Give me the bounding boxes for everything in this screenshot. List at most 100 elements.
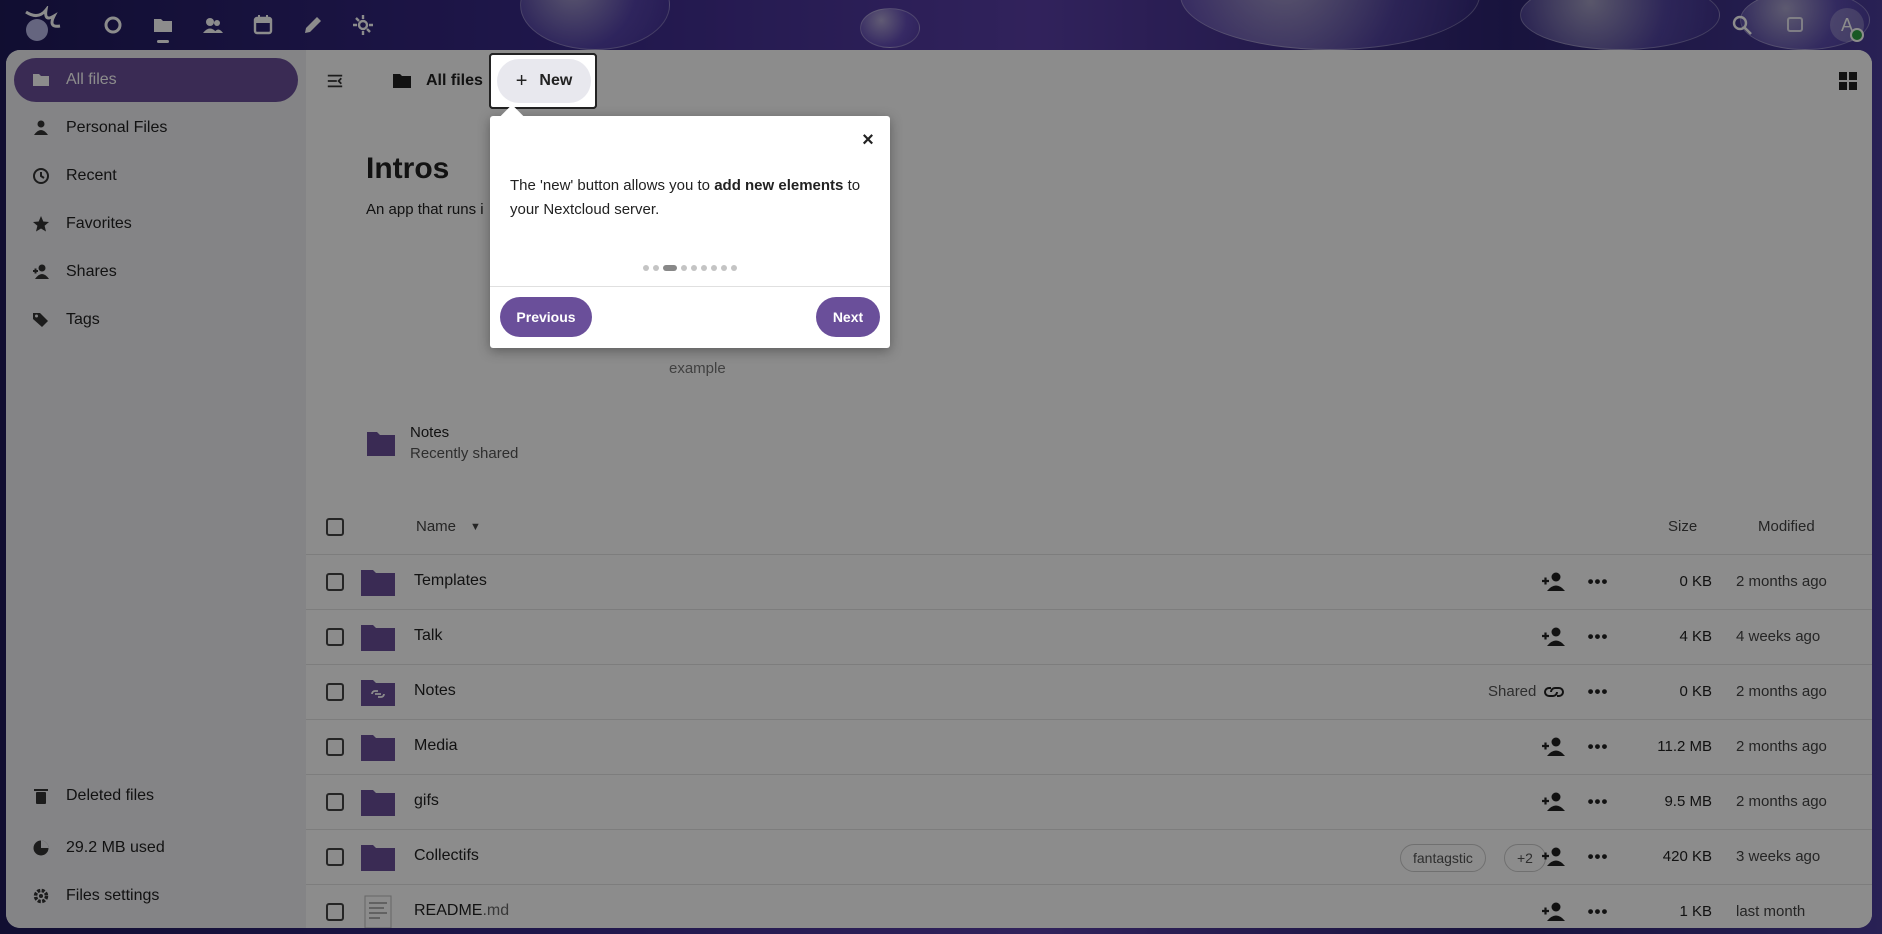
progress-dot[interactable] <box>711 265 717 271</box>
share-person-icon[interactable] <box>1541 789 1567 815</box>
sidebar-item-shares[interactable]: Shares <box>14 250 298 294</box>
contacts-icon[interactable] <box>198 10 228 40</box>
sidebar-item-label: Favorites <box>66 215 132 232</box>
progress-dot[interactable] <box>701 265 707 271</box>
nextcloud-logo[interactable] <box>20 4 64 44</box>
row-checkbox[interactable] <box>326 793 344 811</box>
sidebar-item-deleted-files[interactable]: Deleted files <box>14 774 298 818</box>
progress-dot[interactable] <box>643 265 649 271</box>
search-icon[interactable] <box>1727 10 1757 40</box>
plus-icon: + <box>515 69 528 92</box>
activity-icon[interactable] <box>348 10 378 40</box>
sidebar-item-favorites[interactable]: Favorites <box>14 202 298 246</box>
progress-dot[interactable] <box>731 265 737 271</box>
progress-dot-active[interactable] <box>663 265 677 271</box>
notifications-icon[interactable] <box>1780 10 1810 40</box>
sort-by-name[interactable]: Name ▼ <box>416 518 481 535</box>
new-button-label: New <box>539 72 573 89</box>
folder-description-text: An app that runs i <box>366 201 484 218</box>
row-checkbox[interactable] <box>326 903 344 921</box>
sidebar-item-all-files[interactable]: All files <box>14 58 298 102</box>
files-icon[interactable] <box>148 10 178 43</box>
file-size: 9.5 MB <box>1664 793 1712 810</box>
share-person-icon[interactable] <box>1541 624 1567 650</box>
next-button[interactable]: Next <box>816 297 880 337</box>
share-person-icon[interactable] <box>1541 734 1567 760</box>
row-checkbox[interactable] <box>326 738 344 756</box>
recently-shared-card[interactable]: Notes Recently shared <box>366 424 518 462</box>
previous-button[interactable]: Previous <box>500 297 592 337</box>
table-row[interactable]: Collectifs fantagstic +2 ••• 420 KB 3 we… <box>306 830 1872 885</box>
new-button-highlighted[interactable]: + New <box>497 59 591 103</box>
row-checkbox[interactable] <box>326 683 344 701</box>
row-checkbox[interactable] <box>326 848 344 866</box>
sidebar-item-recent[interactable]: Recent <box>14 154 298 198</box>
tag-icon <box>33 313 48 327</box>
more-actions-icon[interactable]: ••• <box>1584 569 1612 595</box>
toggle-sidebar-icon[interactable] <box>322 68 348 94</box>
share-person-icon[interactable] <box>1541 899 1567 925</box>
more-actions-icon[interactable]: ••• <box>1584 789 1612 815</box>
tag-more-chip[interactable]: +2 <box>1504 844 1546 872</box>
calendar-icon[interactable] <box>248 10 278 40</box>
more-actions-icon[interactable]: ••• <box>1584 624 1612 650</box>
table-row[interactable]: gifs ••• 9.5 MB 2 months ago <box>306 775 1872 830</box>
navigation-sidebar: All files Personal Files Recent Favorite… <box>6 50 306 928</box>
file-name[interactable]: Templates <box>414 572 487 590</box>
sidebar-item-label: All files <box>66 71 117 88</box>
background-bubble <box>1180 0 1480 50</box>
row-checkbox[interactable] <box>326 628 344 646</box>
breadcrumb[interactable]: All files <box>392 68 483 94</box>
file-modified: 2 months ago <box>1736 573 1827 590</box>
sidebar-item-files-settings[interactable]: Files settings <box>14 874 298 918</box>
column-header-modified[interactable]: Modified <box>1758 518 1815 535</box>
share-person-icon[interactable] <box>1541 569 1567 595</box>
progress-dot[interactable] <box>653 265 659 271</box>
recent-item-name: Notes <box>410 424 450 441</box>
progress-dot[interactable] <box>691 265 697 271</box>
more-actions-icon[interactable]: ••• <box>1584 734 1612 760</box>
recent-item-subtitle: Recently shared <box>410 445 519 462</box>
file-name[interactable]: Talk <box>414 627 442 645</box>
background-bubble <box>1520 0 1720 50</box>
file-name[interactable]: README.md <box>414 902 509 920</box>
grid-view-icon[interactable] <box>1835 68 1861 94</box>
notes-pencil-icon[interactable] <box>298 10 328 40</box>
file-modified: 2 months ago <box>1736 793 1827 810</box>
more-actions-icon[interactable]: ••• <box>1584 844 1612 870</box>
table-row[interactable]: Notes Shared ••• 0 KB 2 months ago <box>306 665 1872 720</box>
table-row[interactable]: Talk ••• 4 KB 4 weeks ago <box>306 610 1872 665</box>
storage-usage[interactable]: 29.2 MB used <box>14 826 298 870</box>
more-actions-icon[interactable]: ••• <box>1584 679 1612 705</box>
close-icon[interactable]: × <box>858 130 878 150</box>
table-row[interactable]: README.md ••• 1 KB last month <box>306 885 1872 928</box>
breadcrumb-all-files[interactable]: All files <box>426 72 483 90</box>
sidebar-item-personal-files[interactable]: Personal Files <box>14 106 298 150</box>
share-person-icon[interactable] <box>1541 844 1567 870</box>
file-size: 1 KB <box>1679 903 1712 920</box>
sidebar-item-label: Tags <box>66 311 100 328</box>
shared-label[interactable]: Shared <box>1488 683 1536 700</box>
file-name[interactable]: Media <box>414 737 458 755</box>
column-header-size[interactable]: Size <box>1668 518 1697 535</box>
table-row[interactable]: Templates ••• 0 KB 2 months ago <box>306 555 1872 610</box>
file-name[interactable]: Notes <box>414 682 456 700</box>
tag-chip[interactable]: fantagstic <box>1400 844 1486 872</box>
folder-icon <box>361 790 395 816</box>
file-name[interactable]: Collectifs <box>414 847 479 865</box>
row-checkbox[interactable] <box>326 573 344 591</box>
file-modified: 4 weeks ago <box>1736 628 1821 645</box>
more-actions-icon[interactable]: ••• <box>1584 899 1612 925</box>
progress-dot[interactable] <box>721 265 727 271</box>
link-icon[interactable] <box>1541 679 1567 705</box>
file-list-header: Name ▼ Size Modified <box>306 500 1872 555</box>
table-row[interactable]: Media ••• 11.2 MB 2 months ago <box>306 720 1872 775</box>
shared-link-folder-icon <box>361 680 395 706</box>
sidebar-item-tags[interactable]: Tags <box>14 298 298 342</box>
progress-dot[interactable] <box>681 265 687 271</box>
file-name[interactable]: gifs <box>414 792 439 810</box>
storage-usage-label: 29.2 MB used <box>66 839 165 856</box>
select-all-checkbox[interactable] <box>326 518 344 536</box>
file-modified: 3 weeks ago <box>1736 848 1821 865</box>
dashboard-icon[interactable] <box>98 10 128 40</box>
